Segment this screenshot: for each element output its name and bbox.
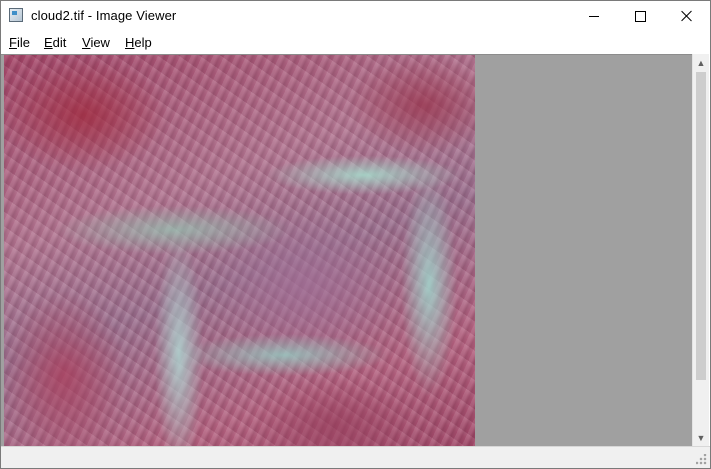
scroll-up-button[interactable]: ▲	[693, 54, 709, 71]
menu-help[interactable]: Help	[125, 35, 152, 50]
minimize-icon	[589, 15, 599, 17]
vertical-scrollbar[interactable]: ▲ ▼	[692, 54, 709, 446]
maximize-icon	[634, 10, 646, 22]
close-button[interactable]	[664, 1, 710, 31]
chevron-down-icon: ▼	[696, 432, 706, 443]
menu-help-label: elp	[134, 35, 152, 50]
satellite-image[interactable]	[4, 55, 475, 446]
status-bar	[1, 446, 710, 468]
window-title: cloud2.tif - Image Viewer	[31, 8, 177, 23]
maximize-button[interactable]	[617, 1, 663, 31]
title-bar[interactable]: cloud2.tif - Image Viewer	[1, 1, 710, 31]
menu-edit-label: dit	[52, 35, 67, 50]
menu-file-label: ile	[16, 35, 30, 50]
menu-help-mnemonic: H	[125, 35, 135, 50]
scrollbar-thumb[interactable]	[696, 72, 706, 380]
menu-file[interactable]: File	[9, 35, 30, 50]
resize-grip-icon[interactable]	[696, 454, 707, 465]
menu-edit-mnemonic: E	[44, 35, 53, 50]
chevron-up-icon: ▲	[696, 57, 706, 68]
scroll-down-button[interactable]: ▼	[693, 429, 709, 446]
menu-view[interactable]: View	[82, 35, 110, 50]
image-viewer-window: cloud2.tif - Image Viewer File Edit View…	[0, 0, 711, 469]
image-viewport[interactable]	[1, 54, 692, 447]
app-icon[interactable]	[9, 8, 23, 22]
menu-view-label: iew	[90, 35, 110, 50]
menu-file-mnemonic: F	[9, 35, 17, 50]
close-icon	[681, 10, 693, 22]
menu-bar: File Edit View Help	[1, 31, 710, 53]
minimize-button[interactable]	[571, 1, 617, 31]
menu-edit[interactable]: Edit	[44, 35, 66, 50]
